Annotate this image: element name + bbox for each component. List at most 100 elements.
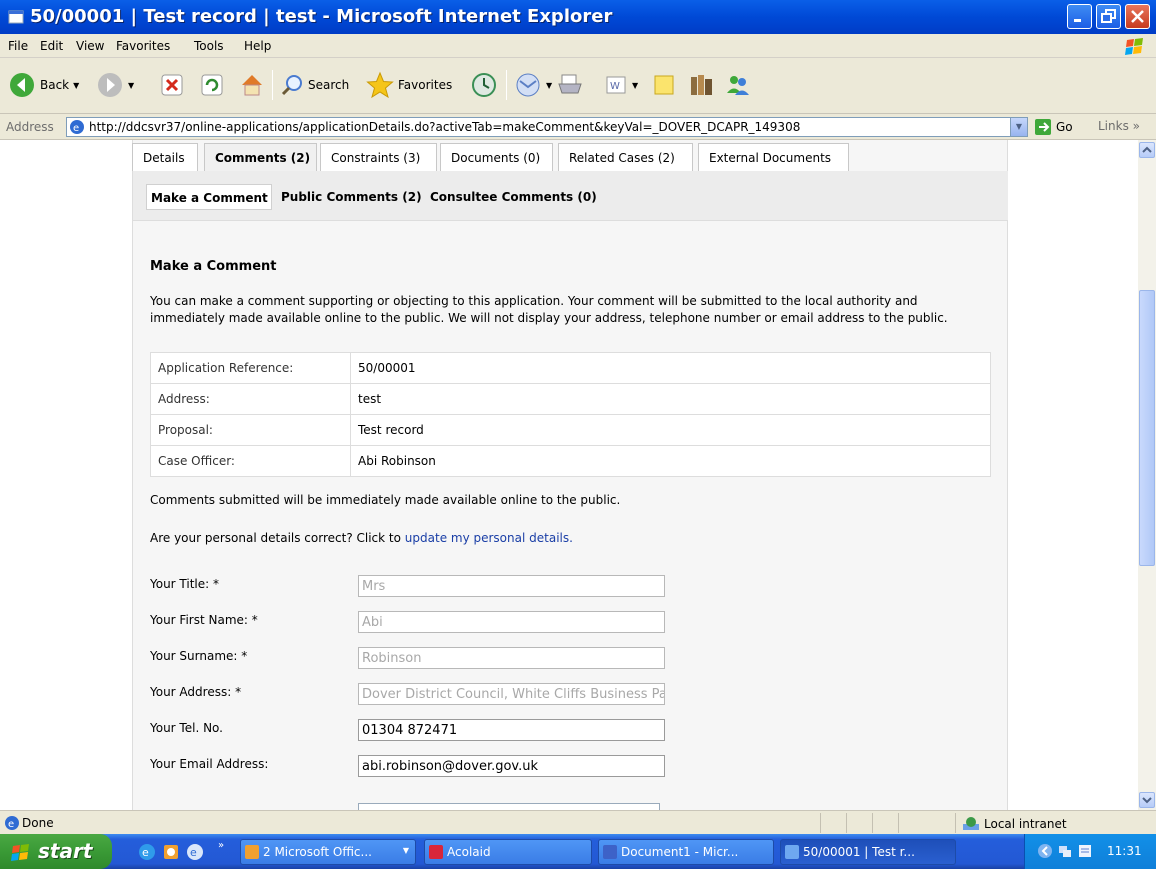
mail-button[interactable]: ▼ (514, 68, 552, 102)
surname-field[interactable]: Robinson (358, 647, 665, 669)
next-field-partial[interactable] (358, 803, 660, 810)
ie-page-icon: e (70, 120, 84, 134)
minimize-icon (1074, 19, 1081, 22)
back-arrow-icon (10, 73, 34, 97)
favorites-star-icon (366, 71, 394, 99)
status-divider (955, 813, 956, 833)
start-button[interactable]: start (0, 834, 112, 869)
section-title: Make a Comment (150, 259, 277, 274)
go-button[interactable]: Go (1034, 118, 1073, 136)
print-button[interactable] (556, 68, 584, 102)
tab-documents[interactable]: Documents (0) (440, 143, 553, 171)
email-label: Your Email Address: (150, 757, 269, 771)
task-ie-window[interactable]: 50/00001 | Test r... (780, 839, 956, 865)
tel-field[interactable]: 01304 872471 (358, 719, 665, 741)
task-microsoft-office[interactable]: 2 Microsoft Offic... ▼ (240, 839, 416, 865)
title-field[interactable]: Mrs (358, 575, 665, 597)
menu-help[interactable]: Help (244, 39, 271, 53)
search-button[interactable]: Search (280, 68, 349, 102)
edit-dropdown-icon[interactable]: ▼ (632, 81, 638, 90)
vertical-scrollbar[interactable] (1138, 140, 1156, 810)
forward-dropdown-icon[interactable]: ▼ (128, 81, 134, 90)
close-button[interactable] (1125, 4, 1150, 29)
system-tray: 11:31 (1024, 834, 1156, 869)
address-field[interactable]: Dover District Council, White Cliffs Bus… (358, 683, 665, 705)
subtab-public-comments[interactable]: Public Comments (2) (277, 184, 422, 210)
history-button[interactable] (470, 68, 498, 102)
menu-edit[interactable]: Edit (40, 39, 63, 53)
history-icon (472, 73, 496, 97)
update-personal-details-link[interactable]: update my personal details. (405, 531, 573, 545)
address-bar: Address e http://ddcsvr37/online-applica… (0, 114, 1156, 140)
research-button[interactable] (688, 68, 716, 102)
task-group-dropdown-icon[interactable]: ▼ (403, 846, 409, 855)
first-name-label: Your First Name: * (150, 613, 258, 627)
quicklaunch-more-icon[interactable]: » (218, 840, 224, 851)
scroll-down-button[interactable] (1139, 792, 1155, 808)
address-dropdown-icon[interactable]: ▼ (1010, 118, 1027, 136)
menu-file[interactable]: File (8, 39, 28, 53)
discuss-button[interactable] (652, 68, 676, 102)
volume-tray-icon[interactable] (1077, 843, 1093, 859)
quicklaunch-ie-icon[interactable]: e (138, 843, 156, 861)
forward-button[interactable]: ▼ (96, 68, 134, 102)
subtab-make-comment[interactable]: Make a Comment (146, 184, 272, 210)
window-title: 50/00001 | Test record | test - Microsof… (30, 6, 613, 27)
restore-button[interactable] (1096, 4, 1121, 29)
tray-expand-icon[interactable] (1037, 843, 1053, 859)
search-icon (281, 75, 302, 96)
tab-external-documents[interactable]: External Documents (698, 143, 849, 171)
refresh-icon (201, 74, 223, 96)
go-label: Go (1056, 120, 1073, 134)
menu-bar: File Edit View Favorites Tools Help (0, 34, 1156, 58)
title-bar: 50/00001 | Test record | test - Microsof… (0, 0, 1156, 34)
subtab-consultee-comments[interactable]: Consultee Comments (0) (426, 184, 597, 210)
ie-task-icon (785, 845, 799, 859)
first-name-field[interactable]: Abi (358, 611, 665, 633)
address-input[interactable]: e http://ddcsvr37/online-applications/ap… (66, 117, 1028, 137)
messenger-button[interactable] (724, 68, 752, 102)
intro-line-1: You can make a comment supporting or obj… (150, 294, 918, 308)
go-arrow-icon (1035, 119, 1051, 135)
back-dropdown-icon[interactable]: ▼ (73, 81, 79, 90)
minimize-button[interactable] (1067, 4, 1092, 29)
favorites-button[interactable]: Favorites (366, 68, 452, 102)
tab-constraints[interactable]: Constraints (3) (320, 143, 437, 171)
summary-value: Abi Robinson (350, 445, 991, 477)
scroll-up-button[interactable] (1139, 142, 1155, 158)
surname-label: Your Surname: * (150, 649, 248, 663)
task-acolaid[interactable]: Acolaid (424, 839, 592, 865)
public-availability-note: Comments submitted will be immediately m… (150, 493, 621, 507)
quicklaunch-outlook-icon[interactable] (162, 843, 180, 861)
home-button[interactable] (238, 68, 266, 102)
menu-tools[interactable]: Tools (194, 39, 224, 53)
network-tray-icon[interactable] (1057, 843, 1073, 859)
scroll-thumb[interactable] (1139, 290, 1155, 566)
tab-details[interactable]: Details (132, 143, 198, 171)
task-document1[interactable]: Document1 - Micr... (598, 839, 774, 865)
ie-window-icon[interactable] (8, 9, 24, 25)
edit-word-button[interactable]: W ▼ (604, 68, 638, 102)
local-intranet-icon (963, 817, 979, 830)
status-text: Done (22, 816, 54, 830)
tab-related-cases[interactable]: Related Cases (2) (558, 143, 693, 171)
menu-view[interactable]: View (76, 39, 104, 53)
tab-comments[interactable]: Comments (2) (204, 143, 317, 171)
status-divider (820, 813, 821, 833)
status-divider (846, 813, 847, 833)
address-label-field: Your Address: * (150, 685, 242, 699)
personal-details-prompt: Are your personal details correct? Click… (150, 531, 573, 545)
email-field[interactable]: abi.robinson@dover.gov.uk (358, 755, 665, 777)
mail-dropdown-icon[interactable]: ▼ (546, 81, 552, 90)
menu-favorites[interactable]: Favorites (116, 39, 170, 53)
quicklaunch-browser-icon[interactable]: e (186, 843, 204, 861)
stop-button[interactable] (160, 68, 184, 102)
acolaid-icon (429, 845, 443, 859)
refresh-button[interactable] (200, 68, 224, 102)
start-label: start (38, 839, 93, 863)
mail-icon (516, 73, 540, 97)
links-button[interactable]: Links » (1098, 119, 1140, 133)
svg-text:W: W (610, 81, 620, 92)
back-button[interactable]: Back ▼ (8, 68, 79, 102)
svg-text:e: e (73, 123, 79, 134)
